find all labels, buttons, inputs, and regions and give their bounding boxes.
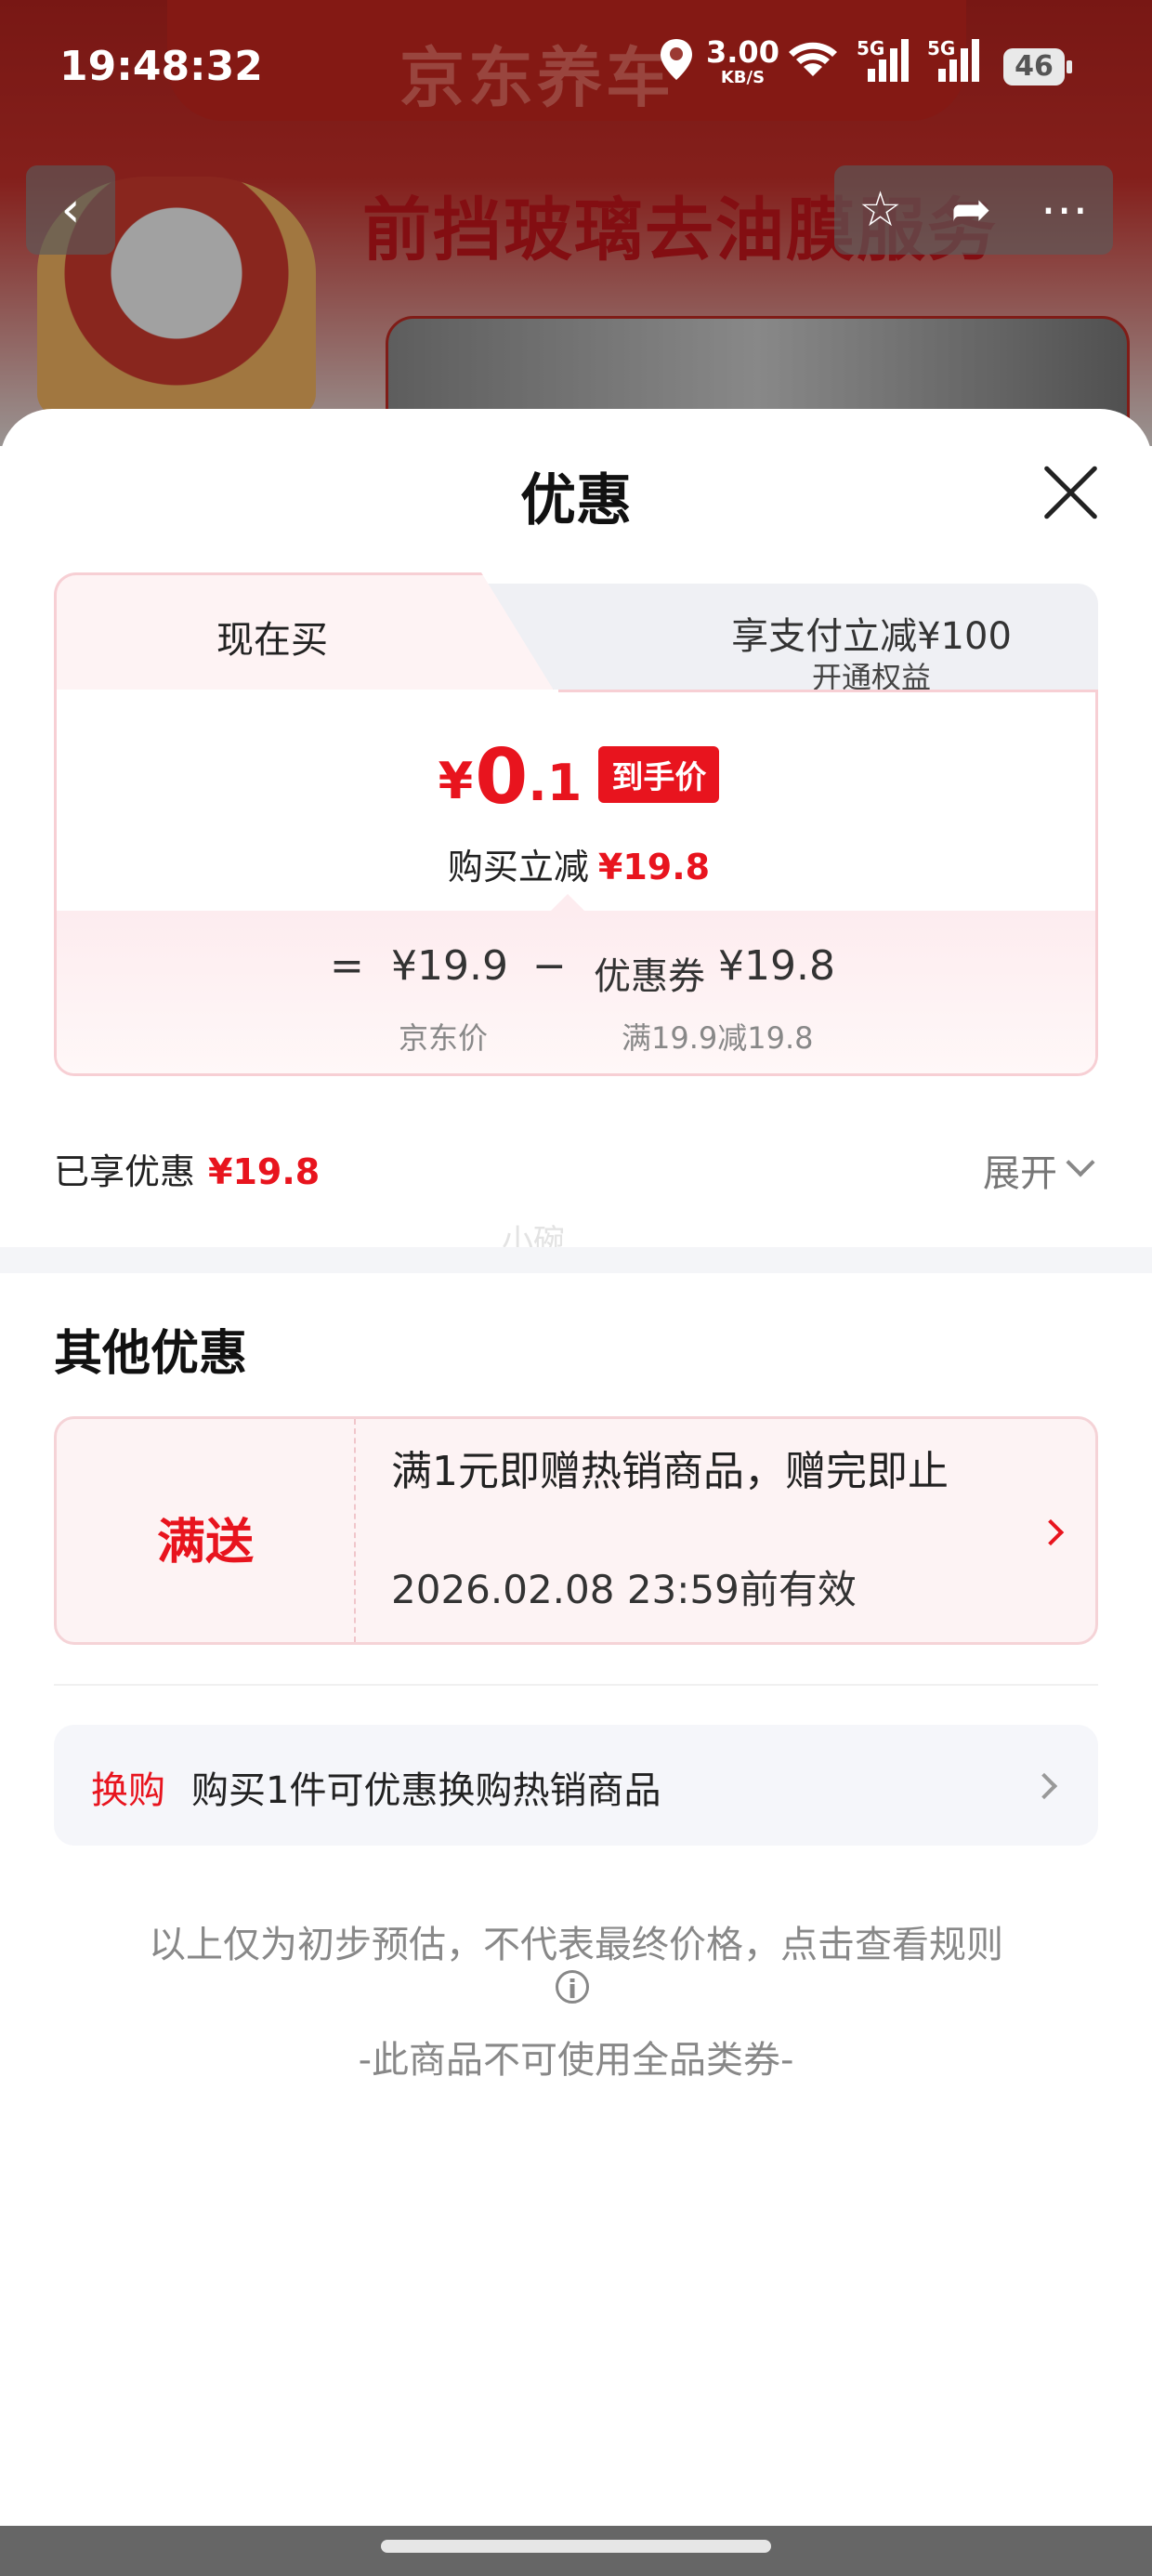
- gift-offer-validity: 2026.02.08 23:59前有效: [391, 1567, 857, 1612]
- chevron-right-icon[interactable]: [1030, 1772, 1058, 1800]
- price-currency: ¥: [438, 752, 474, 810]
- signal-label: 5G: [857, 37, 885, 59]
- coupon-amount: ¥19.8: [718, 942, 835, 990]
- signal-label-2: 5G: [927, 37, 956, 59]
- network-speed: 3.00 KB/S: [706, 37, 779, 91]
- gift-offer-tag-area: 满送: [57, 1419, 356, 1642]
- price-card: 现在买 享支付立减¥100 开通权益 ¥ 0 .1 到手价 购买立减 ¥19.8 …: [54, 572, 1098, 1076]
- price-tabs: 现在买 享支付立减¥100 开通权益: [54, 572, 1098, 695]
- price-integer: 0: [475, 733, 529, 821]
- swap-offer-card[interactable]: 换购 购买1件可优惠换购热销商品: [54, 1725, 1098, 1846]
- jd-price: ¥19.9: [391, 942, 508, 990]
- coupon-restriction-note: -此商品不可使用全品类券-: [358, 2039, 794, 2082]
- instant-reduction-label: 购买立减: [447, 847, 589, 887]
- enjoyed-amount: ¥19.8: [208, 1151, 321, 1192]
- enjoyed-discount: 已享优惠 ¥19.8: [54, 1143, 320, 1194]
- final-price: ¥ 0 .1 到手价: [57, 733, 1095, 821]
- sheet-title: 优惠: [520, 468, 632, 533]
- final-price-badge: 到手价: [598, 746, 720, 803]
- location-icon: [658, 37, 695, 92]
- gift-offer-tag: 满送: [156, 1515, 254, 1571]
- chevron-down-icon[interactable]: [1066, 1148, 1095, 1177]
- chevron-left-icon: ‹: [60, 182, 81, 238]
- other-offers-title: 其他优惠: [54, 1326, 248, 1382]
- coupon-rule: 满19.9减19.8: [622, 1020, 814, 1056]
- equals-sign: =: [330, 942, 364, 990]
- gift-offer-description: 满1元即赠热销商品，赠完即止: [391, 1448, 949, 1495]
- signal-icon-2: 5G: [925, 37, 981, 94]
- section-divider: [0, 1247, 1152, 1273]
- signal-icon: 5G: [855, 37, 910, 94]
- home-indicator[interactable]: [381, 2540, 771, 2553]
- more-icon[interactable]: ⋯: [1041, 182, 1089, 238]
- swap-offer-tag: 换购: [91, 1769, 165, 1812]
- minus-sign: −: [532, 942, 567, 990]
- swap-offer-description: 购买1件可优惠换购热销商品: [191, 1769, 661, 1812]
- jd-price-label: 京东价: [399, 1020, 489, 1056]
- instant-reduction-amount: ¥19.8: [597, 847, 711, 887]
- status-bar: 19:48:32 3.00 KB/S 5G 5G 46: [0, 0, 1152, 139]
- discount-sheet: 优惠 现在买 享支付立减¥100 开通权益 ¥ 0 .1 到手价 购买立减 ¥19…: [0, 409, 1152, 2526]
- battery-indicator: 46: [1003, 48, 1072, 85]
- instant-reduction: 购买立减 ¥19.8: [57, 838, 1095, 889]
- price-decimal: .1: [528, 754, 583, 812]
- price-breakdown: ¥ 0 .1 到手价 购买立减 ¥19.8 = ¥19.9 − 优惠券 ¥19.8…: [54, 690, 1098, 1076]
- price-notice[interactable]: 以上仅为初步预估，不代表最终价格，点击查看规则: [0, 1914, 1152, 1968]
- info-icon[interactable]: i: [556, 1970, 589, 2004]
- divider-line: [54, 1684, 1098, 1686]
- expand-button[interactable]: 展开: [983, 1143, 1057, 1197]
- close-icon[interactable]: [1039, 460, 1104, 525]
- chevron-right-icon[interactable]: [1037, 1518, 1065, 1546]
- gift-offer-card[interactable]: 满送 满1元即赠热销商品，赠完即止 2026.02.08 23:59前有效: [54, 1416, 1098, 1645]
- tab-divider: [558, 690, 1095, 692]
- share-icon[interactable]: ➦: [951, 182, 992, 238]
- enjoyed-label: 已享优惠: [54, 1151, 196, 1192]
- status-time: 19:48:32: [59, 43, 263, 90]
- tab-now-buy[interactable]: 现在买: [54, 610, 491, 664]
- top-actions: ☆ ➦ ⋯: [834, 165, 1113, 255]
- price-calculation: = ¥19.9 − 优惠券 ¥19.8 京东价 满19.9减19.8: [57, 894, 1095, 1073]
- back-button[interactable]: ‹: [26, 165, 115, 255]
- star-icon[interactable]: ☆: [858, 182, 902, 238]
- tab-pay-discount[interactable]: 享支付立减¥100: [556, 606, 1152, 660]
- coupon-label: 优惠券: [594, 955, 705, 998]
- wifi-icon: [786, 37, 840, 92]
